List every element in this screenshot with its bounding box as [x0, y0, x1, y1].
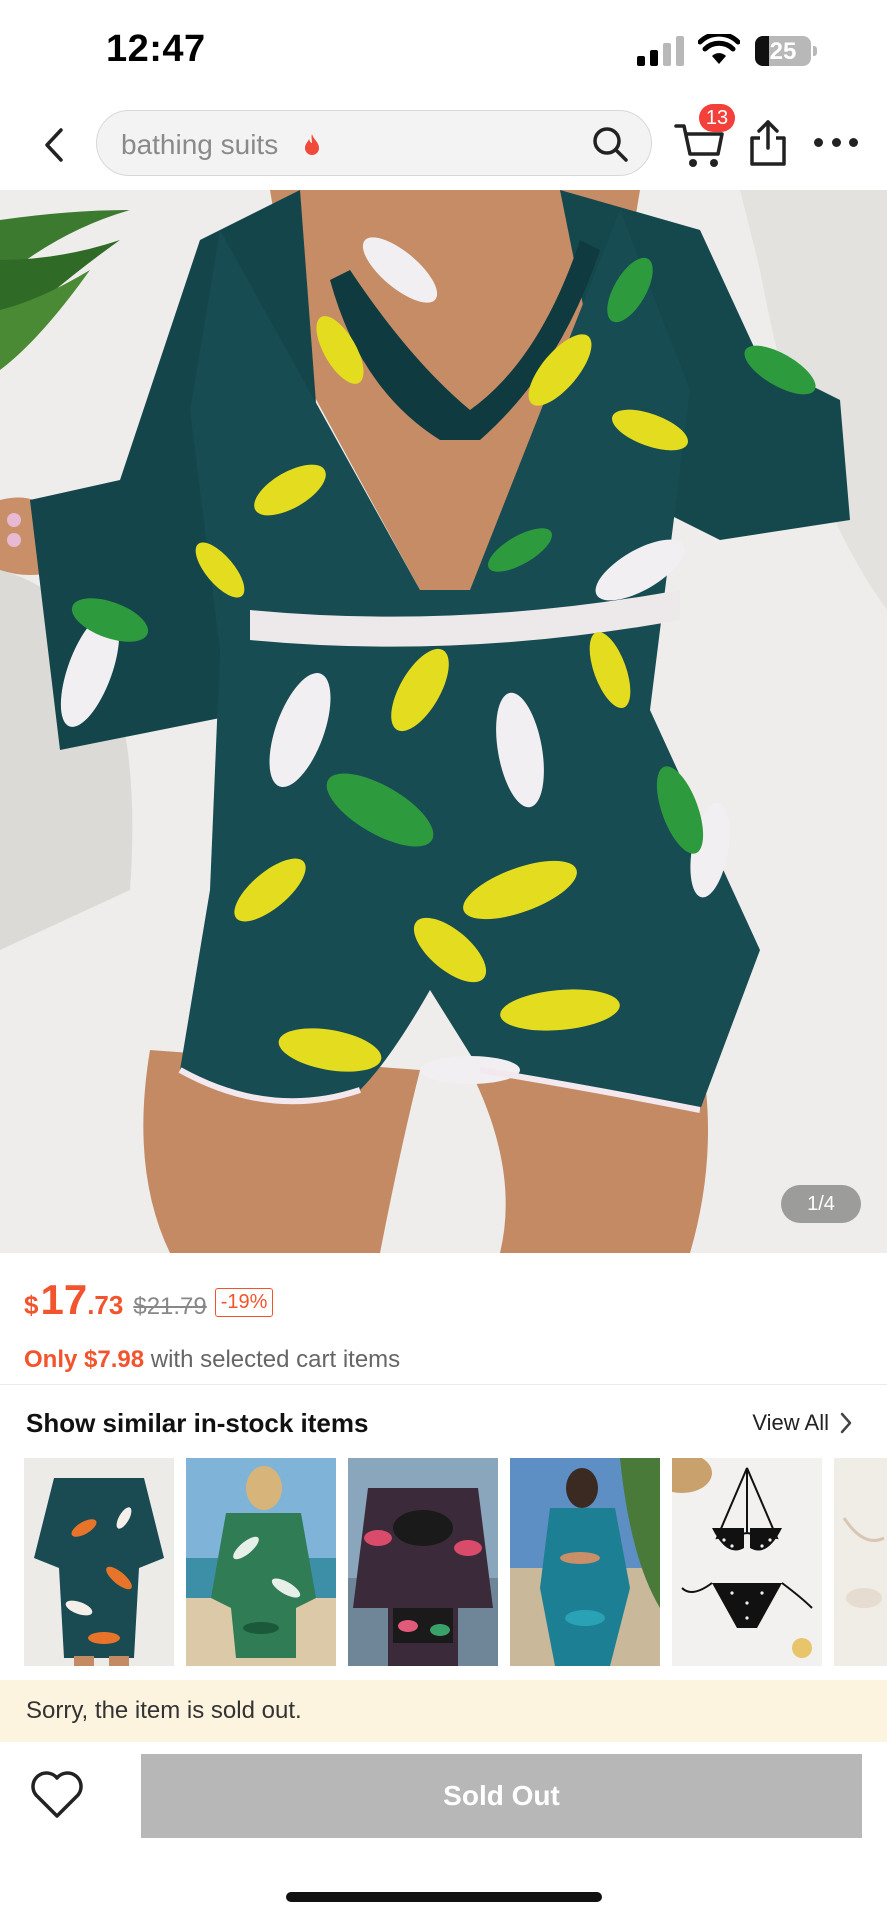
share-icon[interactable] [748, 118, 788, 168]
product-photo [0, 190, 887, 1253]
similar-item-thumbnail[interactable] [186, 1458, 336, 1666]
similar-item-thumbnail[interactable] [834, 1458, 887, 1666]
search-input[interactable]: bathing suits [96, 110, 652, 176]
chevron-left-icon [45, 128, 63, 162]
similar-items-header: Show similar in-stock items View All [0, 1402, 887, 1446]
cart-count-badge: 13 [699, 104, 735, 132]
flame-icon [305, 134, 319, 155]
similar-items-carousel[interactable] [24, 1458, 887, 1666]
similar-item-thumbnail[interactable] [672, 1458, 822, 1666]
similar-items-title: Show similar in-stock items [26, 1408, 369, 1438]
home-indicator [286, 1892, 602, 1902]
original-price: $21.79 [133, 1293, 207, 1320]
view-all-link[interactable]: View All [752, 1410, 853, 1436]
price-currency: $ [24, 1290, 39, 1320]
image-counter: 1/4 [781, 1185, 861, 1223]
similar-item-thumbnail[interactable] [510, 1458, 660, 1666]
sold-out-button[interactable]: Sold Out [141, 1754, 862, 1838]
cart-promo: Only $7.98 with selected cart items [24, 1346, 400, 1374]
promo-price: Only $7.98 [24, 1346, 145, 1373]
similar-item-thumbnail[interactable] [24, 1458, 174, 1666]
price-decimal: .73 [87, 1290, 124, 1320]
price-row: $ 17 .73 $21.79 -19% [24, 1276, 274, 1328]
view-all-label: View All [752, 1410, 829, 1435]
discount-badge: -19% [214, 1288, 274, 1317]
section-divider [0, 1384, 887, 1385]
promo-text: with selected cart items [144, 1346, 401, 1373]
status-bar: 12:47 25 [0, 0, 887, 100]
search-icon[interactable] [591, 125, 629, 163]
wifi-icon [698, 34, 740, 64]
status-time: 12:47 [106, 28, 206, 70]
signal-icon [637, 36, 684, 66]
battery-level: 25 [769, 38, 797, 65]
product-image[interactable]: 1/4 [0, 190, 887, 1253]
price-integer: 17 [40, 1276, 88, 1323]
top-nav: bathing suits 13 [0, 100, 887, 190]
more-dots-icon[interactable] [814, 130, 858, 154]
sold-out-notice-text: Sorry, the item is sold out. [26, 1697, 302, 1724]
battery-icon: 25 [755, 36, 817, 66]
heart-icon[interactable] [30, 1770, 84, 1820]
chevron-right-icon [840, 1412, 852, 1434]
search-placeholder: bathing suits [121, 129, 279, 160]
similar-item-thumbnail[interactable] [348, 1458, 498, 1666]
sold-out-notice: Sorry, the item is sold out. [0, 1680, 887, 1742]
back-button[interactable] [30, 120, 80, 170]
